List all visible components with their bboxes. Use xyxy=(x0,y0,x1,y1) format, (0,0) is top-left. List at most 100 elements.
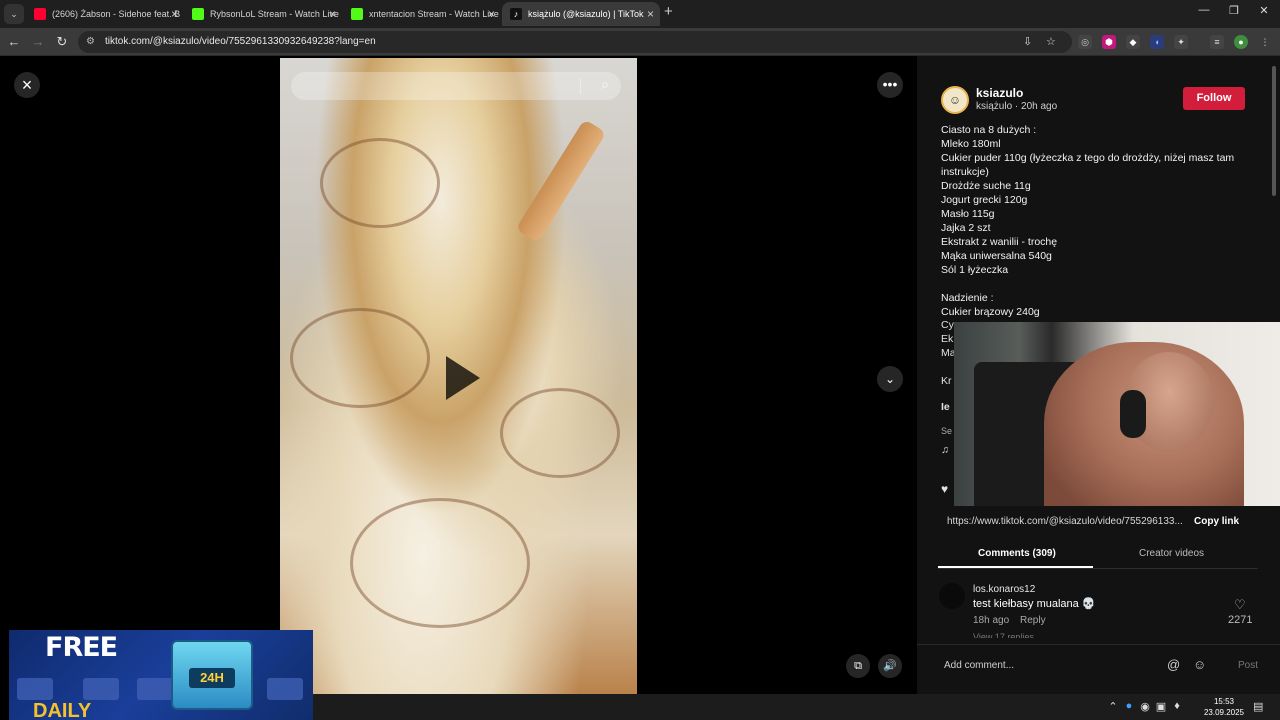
promo-banner: FREE 24H DAILY xyxy=(9,630,313,720)
scrollbar[interactable] xyxy=(1272,66,1276,196)
music-icon[interactable]: ♫ xyxy=(941,444,949,456)
promo-free-text: FREE xyxy=(45,632,118,663)
tab-comments[interactable]: Comments (309) xyxy=(978,548,1056,559)
description-line: Masło 115g xyxy=(941,208,995,220)
description-line xyxy=(941,277,1241,291)
discord-icon[interactable]: ◉ xyxy=(1138,700,1152,713)
share-link-text: https://www.tiktok.com/@ksiazulo/video/7… xyxy=(947,516,1182,527)
comment-input[interactable]: Add comment... xyxy=(944,660,1014,671)
copy-link-button[interactable]: Copy link xyxy=(1194,516,1239,527)
clock-time: 15:53 xyxy=(1213,697,1235,706)
extension-icon[interactable]: ◖ xyxy=(1150,35,1164,49)
reload-icon[interactable]: ↻ xyxy=(54,34,70,50)
forward-icon[interactable]: → xyxy=(30,34,46,50)
search-icon[interactable]: ⌕ xyxy=(601,76,609,93)
address-bar[interactable]: ⚙ tiktok.com/@ksiazulo/video/75529613309… xyxy=(78,31,1072,53)
commenter-avatar[interactable] xyxy=(939,583,965,609)
streamer-webcam xyxy=(954,322,1280,506)
browser-tab-kick-xntentacion[interactable]: xntentacion Stream - Watch Live × xyxy=(343,2,501,26)
description-line: Mleko 180ml xyxy=(941,138,1001,150)
browser-tab-kick-rybson[interactable]: RybsonLoL Stream - Watch Live × xyxy=(184,2,342,26)
headset-icon xyxy=(1120,390,1146,438)
reading-list-icon[interactable]: ≡ xyxy=(1210,35,1224,49)
follow-button[interactable]: Follow xyxy=(1183,87,1245,110)
video-stage: ⌕ × ••• ⌄ ⧉ 🔊 xyxy=(0,56,917,694)
tab-close-icon[interactable]: × xyxy=(488,2,495,26)
tab-title: xntentacion Stream - Watch Live xyxy=(369,9,499,19)
restore-icon[interactable]: ❐ xyxy=(1224,4,1244,17)
emoji-icon[interactable]: ☺ xyxy=(1193,657,1206,672)
description-line: Ie xyxy=(941,401,950,413)
window-close-icon[interactable]: ✕ xyxy=(1254,4,1274,17)
notifications-icon[interactable]: ▤ xyxy=(1253,700,1263,713)
comment-like-icon[interactable]: ♡ xyxy=(1234,597,1246,613)
comment-username[interactable]: los.konaros12 xyxy=(973,584,1035,595)
video-description: Ciasto na 8 dużych : Mleko 180ml Cukier … xyxy=(941,123,1241,319)
microphone-icon[interactable]: ♦ xyxy=(1170,700,1184,712)
author-name[interactable]: ksiazulo xyxy=(976,86,1023,100)
video-content xyxy=(350,498,530,628)
minimize-icon[interactable]: — xyxy=(1194,4,1214,16)
comment-text: test kiełbasy mualana 💀 xyxy=(973,598,1096,610)
tiktok-icon: ♪ xyxy=(510,8,522,20)
volume-icon[interactable]: 🔊 xyxy=(878,654,902,678)
play-icon[interactable] xyxy=(446,356,480,400)
description-line: Kr xyxy=(941,375,952,387)
comment-like-count: 2271 xyxy=(1228,614,1253,626)
more-options-icon[interactable]: ••• xyxy=(877,72,903,98)
description-line: Ek xyxy=(941,333,954,345)
extension-icon[interactable]: ◎ xyxy=(1078,35,1092,49)
heart-icon[interactable]: ♥ xyxy=(941,482,948,496)
windows-taskbar: ⌃ ● ◉ ▣ ♦ ⌔ 15:53 23.09.2025 ▤ xyxy=(313,694,1280,720)
new-tab-button[interactable]: + xyxy=(664,3,673,20)
next-video-chevron-icon[interactable]: ⌄ xyxy=(877,366,903,392)
promo-decoration xyxy=(83,678,119,700)
tab-close-icon[interactable]: × xyxy=(329,2,336,26)
close-icon[interactable]: × xyxy=(14,72,40,98)
view-replies-link[interactable]: View 17 replies xyxy=(973,632,1034,638)
reply-button[interactable]: Reply xyxy=(1020,615,1046,626)
divider xyxy=(580,78,581,94)
comment-input-bar: Add comment... @ ☺ Post xyxy=(917,644,1280,694)
promo-decoration xyxy=(137,678,173,700)
browser-toolbar: ← → ↻ ⚙ tiktok.com/@ksiazulo/video/75529… xyxy=(0,28,1280,56)
tray-app-icon[interactable]: ▣ xyxy=(1154,700,1168,713)
site-info-icon[interactable]: ⚙ xyxy=(86,36,98,48)
browser-tabbar: ⌄ (2606) Żabson - Sidehoe feat. B × Rybs… xyxy=(0,0,1280,28)
post-button[interactable]: Post xyxy=(1238,660,1258,671)
tab-creator-videos[interactable]: Creator videos xyxy=(1139,548,1204,559)
search-input[interactable]: ⌕ xyxy=(291,72,621,100)
browser-tab-tiktok[interactable]: ♪ książulo (@ksiazulo) | TikTok × xyxy=(502,2,660,26)
url-text: tiktok.com/@ksiazulo/video/7552961330932… xyxy=(105,36,376,47)
description-line: Ciasto na 8 dużych : xyxy=(941,124,1037,136)
clock-date: 23.09.2025 xyxy=(1203,708,1245,717)
tray-app-icon[interactable]: ● xyxy=(1122,700,1136,712)
bookmark-star-icon[interactable]: ☆ xyxy=(1046,35,1056,48)
picture-in-picture-icon[interactable]: ⧉ xyxy=(846,654,870,678)
author-meta: książulo · 20h ago xyxy=(976,101,1058,112)
tab-close-icon[interactable]: × xyxy=(647,2,654,26)
description-line: Mąka uniwersalna 540g xyxy=(941,250,1052,262)
profile-avatar-icon[interactable]: ● xyxy=(1234,35,1248,49)
tab-close-icon[interactable]: × xyxy=(171,2,178,26)
see-more-link[interactable]: Se xyxy=(941,426,952,436)
browser-menu-icon[interactable]: ⋮ xyxy=(1258,35,1272,49)
extension-icon[interactable]: ⬢ xyxy=(1102,35,1116,49)
extensions-puzzle-icon[interactable]: ✦ xyxy=(1174,35,1188,49)
author-avatar[interactable]: ☺ xyxy=(941,86,969,114)
install-app-icon[interactable]: ⇩ xyxy=(1023,35,1032,48)
tray-chevron-up-icon[interactable]: ⌃ xyxy=(1106,700,1120,713)
promo-daily-text: DAILY xyxy=(33,700,92,720)
extension-icon[interactable]: ◆ xyxy=(1126,35,1140,49)
comment-time: 18h ago xyxy=(973,615,1010,626)
promo-decoration xyxy=(267,678,303,700)
tab-title: RybsonLoL Stream - Watch Live xyxy=(210,9,339,19)
back-icon[interactable]: ← xyxy=(6,34,22,50)
system-clock[interactable]: 15:53 23.09.2025 xyxy=(1201,696,1247,718)
divider xyxy=(938,568,1258,569)
kick-icon xyxy=(351,8,363,20)
browser-tab-youtube[interactable]: (2606) Żabson - Sidehoe feat. B × xyxy=(26,2,184,26)
tab-search-button[interactable]: ⌄ xyxy=(4,4,24,24)
description-line: Jajka 2 szt xyxy=(941,222,991,234)
mention-icon[interactable]: @ xyxy=(1167,657,1180,672)
